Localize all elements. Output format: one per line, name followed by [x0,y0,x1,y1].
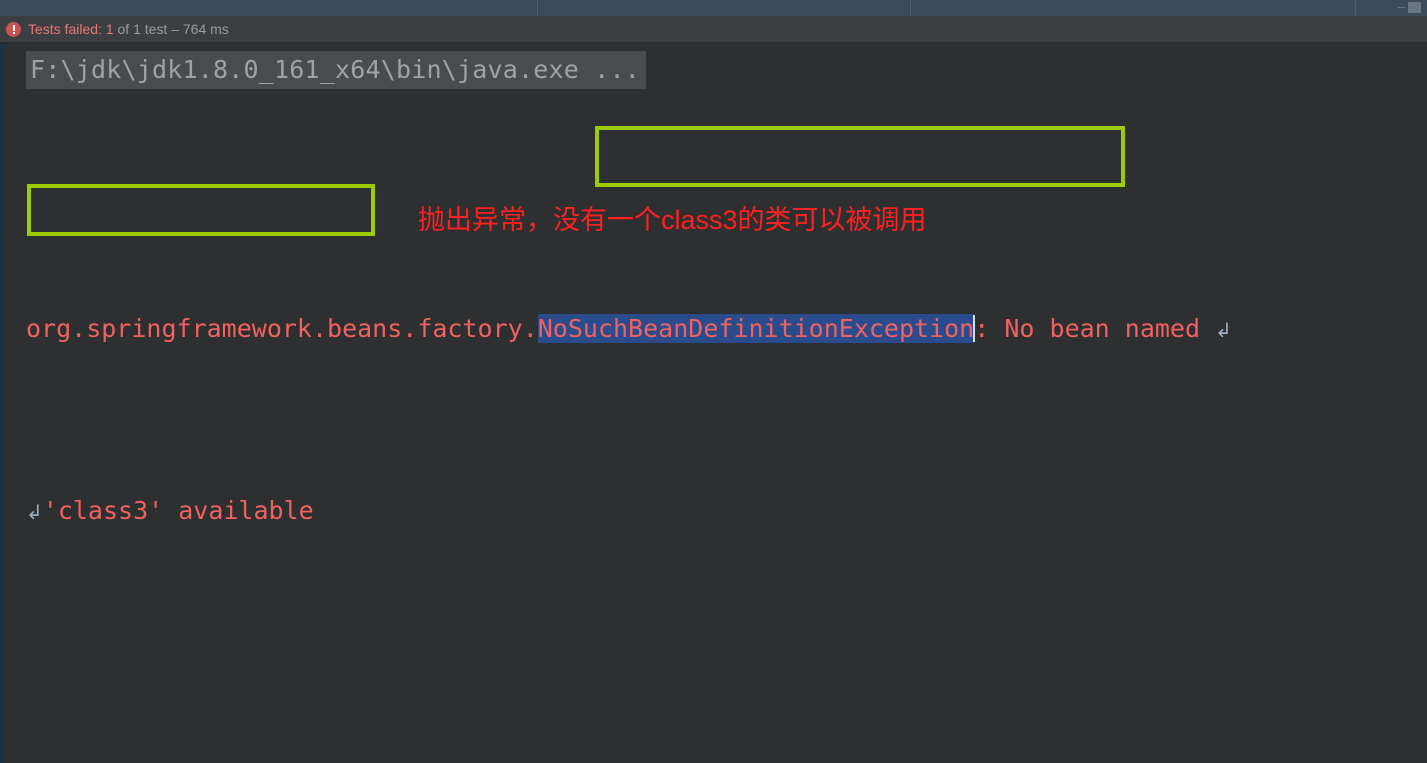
exception-message-part2: 'class3' available [42,496,314,525]
stack-trace-body: org.springframework.beans.factory.NoSuch… [0,171,1427,763]
exception-message-part1: No bean named [1004,314,1216,343]
exception-package: org.springframework.beans.factory. [26,314,538,343]
test-status-bar: Tests failed: 1 of 1 test – 764 ms [0,16,1427,43]
exception-line-2: ↲'class3' available [0,488,1427,535]
editor-tab-strip[interactable] [0,0,1427,16]
exception-line-1: org.springframework.beans.factory.NoSuch… [0,306,1427,353]
exception-colon: : [974,314,1005,343]
tests-failed-count: 1 [105,21,114,37]
java-command-line: F:\jdk\jdk1.8.0_161_x64\bin\java.exe ... [26,51,647,89]
tests-total-duration: of 1 test – 764 ms [113,21,229,37]
exception-type-selected[interactable]: NoSuchBeanDefinitionException [537,314,975,343]
annotation-note-chinese: 抛出异常，没有一个class3的类可以被调用 [418,205,927,235]
line-wrap-icon: ↲ [1215,318,1232,342]
settings-gear-icon[interactable] [1398,2,1421,13]
error-circle-icon [6,21,21,37]
line-wrap-icon: ↲ [26,500,43,524]
tab-divider [1355,0,1356,16]
tab-divider [910,0,911,16]
tab-divider [537,0,538,16]
console-output-panel[interactable]: F:\jdk\jdk1.8.0_161_x64\bin\java.exe ...… [0,43,1427,763]
tests-failed-label: Tests failed: [28,21,106,37]
